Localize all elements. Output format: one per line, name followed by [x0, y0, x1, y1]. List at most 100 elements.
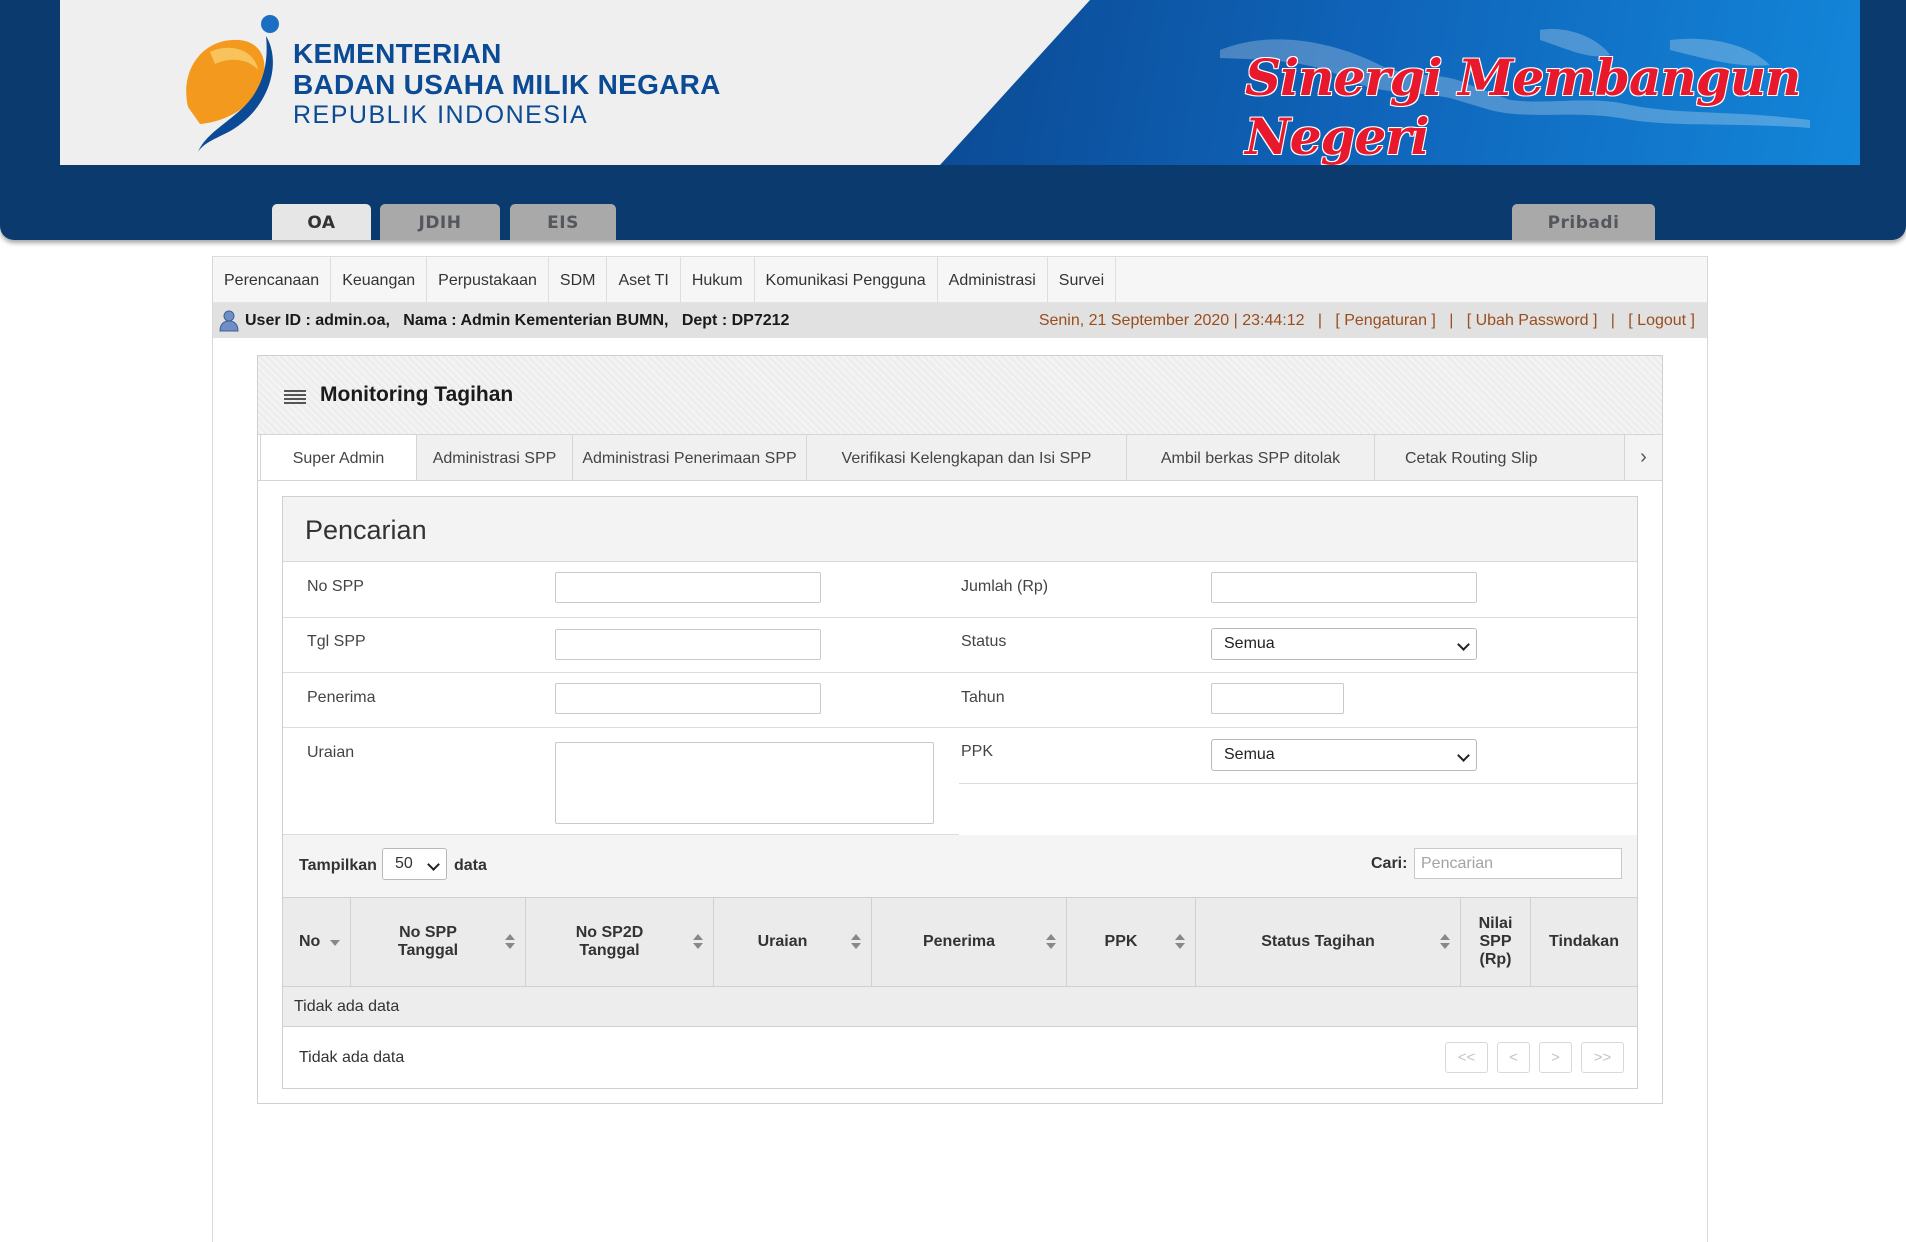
row-ppk: PPK Semua [959, 728, 1637, 784]
col-tindakan: Tindakan [1531, 898, 1637, 986]
main-tab-eis[interactable]: EIS [510, 204, 616, 240]
main-tab-jdih[interactable]: JDIH [380, 204, 500, 240]
penerima-input[interactable] [555, 683, 821, 714]
sort-icon [505, 934, 515, 950]
change-password-link[interactable]: [ Ubah Password ] [1467, 312, 1598, 329]
user-actions: Senin, 21 September 2020 | 23:44:12 | [ … [1039, 303, 1695, 338]
menu-keuangan[interactable]: Keuangan [331, 257, 428, 303]
separator: | [1610, 312, 1615, 329]
separator: | [1317, 312, 1322, 329]
menu-perencanaan[interactable]: Perencanaan [213, 257, 332, 303]
monitoring-tagihan-box: Monitoring Tagihan Super Admin Administr… [257, 355, 1663, 1104]
no-spp-input[interactable] [555, 572, 821, 603]
ppk-select[interactable]: Semua [1211, 739, 1477, 771]
menu-komunikasi-pengguna[interactable]: Komunikasi Pengguna [755, 257, 938, 303]
menu-hukum[interactable]: Hukum [681, 257, 755, 303]
first-page-button[interactable]: << [1445, 1042, 1488, 1073]
label-jumlah: Jumlah (Rp) [961, 578, 1049, 595]
sort-icon [1440, 934, 1450, 950]
menu-sdm[interactable]: SDM [549, 257, 608, 303]
list-icon [284, 390, 306, 404]
col-no-spp[interactable]: No SPP Tanggal [351, 898, 526, 986]
col-penerima[interactable]: Penerima [872, 898, 1067, 986]
tab-verifikasi-kelengkapan[interactable]: Verifikasi Kelengkapan dan Isi SPP [807, 435, 1127, 480]
chevron-down-icon [1457, 638, 1470, 651]
col-nilai-spp: Nilai SPP (Rp) [1461, 898, 1531, 986]
col-uraian[interactable]: Uraian [714, 898, 872, 986]
menu-administrasi[interactable]: Administrasi [938, 257, 1048, 303]
ministry-line-3: REPUBLIK INDONESIA [293, 101, 589, 129]
status-select[interactable]: Semua [1211, 628, 1477, 660]
user-icon [219, 310, 239, 332]
row-status: Status Semua [959, 618, 1637, 673]
col-no-spp-label: No SPP Tanggal [397, 924, 459, 959]
search-header: Pencarian [283, 497, 1637, 562]
tab-administrasi-penerimaan-spp[interactable]: Administrasi Penerimaan SPP [573, 435, 807, 480]
label-penerima: Penerima [307, 689, 376, 706]
tab-ambil-berkas-ditolak[interactable]: Ambil berkas SPP ditolak [1127, 435, 1375, 480]
chevron-down-icon [1457, 749, 1470, 762]
row-uraian: Uraian [283, 728, 959, 835]
col-ppk-label: PPK [1104, 933, 1138, 950]
search-label: Cari: [1371, 855, 1408, 872]
page-length-select[interactable]: 50 [382, 848, 447, 880]
col-no[interactable]: No [283, 898, 351, 986]
menu-survei[interactable]: Survei [1048, 257, 1117, 303]
tahun-input[interactable] [1211, 683, 1344, 714]
module-menubar: Perencanaan Keuangan Perpustakaan SDM As… [213, 256, 1707, 303]
main-tab-pribadi[interactable]: Pribadi [1512, 204, 1655, 240]
tgl-spp-input[interactable] [555, 629, 821, 660]
tab-cetak-routing-slip[interactable]: Cetak Routing Slip [1375, 435, 1625, 480]
tab-super-admin[interactable]: Super Admin [260, 435, 417, 480]
datetime-text: Senin, 21 September 2020 | 23:44:12 [1038, 312, 1305, 329]
last-page-button[interactable]: >> [1581, 1042, 1624, 1073]
separator: | [1449, 312, 1454, 329]
bumn-logo-icon [186, 15, 279, 152]
next-page-button[interactable]: > [1539, 1042, 1572, 1073]
chevron-right-icon[interactable]: › [1624, 435, 1662, 480]
ppk-select-value: Semua [1224, 746, 1275, 763]
user-info-bar: User ID : admin.oa, Nama : Admin Kemente… [213, 303, 1707, 338]
sort-icon [1175, 934, 1185, 950]
logout-link[interactable]: [ Logout ] [1628, 312, 1695, 329]
col-status-tagihan[interactable]: Status Tagihan [1196, 898, 1461, 986]
sort-desc-icon [330, 940, 340, 946]
ministry-line-1: KEMENTERIAN [293, 38, 502, 69]
label-tahun: Tahun [961, 689, 1005, 706]
uraian-textarea[interactable] [555, 742, 934, 824]
table-controls: Tampilkan 50 data Cari: [283, 835, 1637, 897]
search-title: Pencarian [305, 515, 427, 545]
prev-page-button[interactable]: < [1497, 1042, 1530, 1073]
menu-aset-ti[interactable]: Aset TI [607, 257, 681, 303]
col-no-sp2d[interactable]: No SP2D Tanggal [526, 898, 714, 986]
content-panel: Perencanaan Keuangan Perpustakaan SDM As… [212, 256, 1708, 1242]
settings-link[interactable]: [ Pengaturan ] [1335, 312, 1436, 329]
menu-perpustakaan[interactable]: Perpustakaan [427, 257, 549, 303]
ministry-line-2: BADAN USAHA MILIK NEGARA [293, 69, 721, 100]
tab-administrasi-spp[interactable]: Administrasi SPP [417, 435, 573, 480]
sort-icon [851, 934, 861, 950]
row-jumlah: Jumlah (Rp) [959, 562, 1637, 618]
col-status-label: Status Tagihan [1261, 933, 1375, 950]
row-tgl-spp: Tgl SPP [283, 618, 959, 673]
jumlah-input[interactable] [1211, 572, 1477, 603]
table-search-input[interactable] [1414, 848, 1622, 879]
table-header: No No SPP Tanggal No SP2D Tanggal Uraian… [283, 897, 1637, 987]
banner: KEMENTERIAN BADAN USAHA MILIK NEGARA REP… [60, 0, 1860, 165]
row-penerima: Penerima [283, 673, 959, 728]
main-tab-oa[interactable]: OA [272, 204, 371, 240]
show-entries-label: Tampilkan [299, 857, 377, 874]
col-penerima-label: Penerima [922, 933, 996, 950]
page-title: Monitoring Tagihan [320, 383, 514, 406]
label-uraian: Uraian [307, 744, 355, 761]
col-nilai-label: Nilai SPP (Rp) [1478, 915, 1513, 968]
col-ppk[interactable]: PPK [1067, 898, 1196, 986]
col-tindakan-label: Tindakan [1549, 933, 1619, 950]
label-no-spp: No SPP [307, 578, 364, 595]
monitoring-header: Monitoring Tagihan [258, 356, 1662, 435]
entries-suffix-label: data [454, 857, 487, 874]
table-empty-row: Tidak ada data [283, 987, 1637, 1027]
user-info-text: User ID : admin.oa, Nama : Admin Kemente… [245, 312, 790, 329]
role-tabs: Super Admin Administrasi SPP Administras… [258, 435, 1662, 481]
page-length-value: 50 [395, 855, 413, 872]
